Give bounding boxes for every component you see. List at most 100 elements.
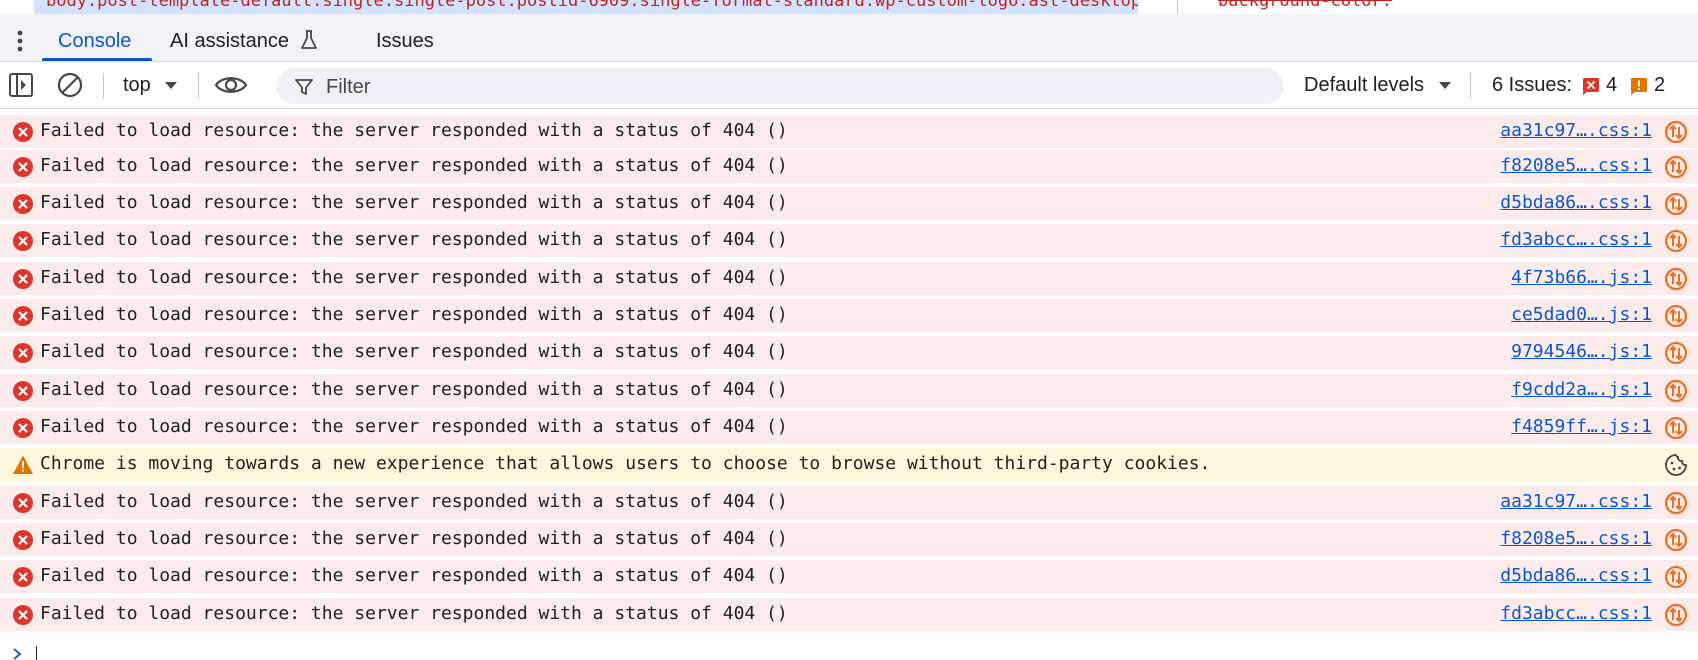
error-circle-icon [13, 194, 33, 214]
network-request-icon[interactable] [1664, 491, 1688, 515]
network-request-icon[interactable] [1664, 267, 1688, 291]
console-message-error[interactable]: Failed to load resource: the server resp… [0, 224, 1698, 257]
message-source-link[interactable]: f8208e5….css:1 [1500, 528, 1652, 549]
message-source-link[interactable]: f8208e5….css:1 [1500, 155, 1652, 176]
console-prompt[interactable] [12, 640, 412, 660]
network-request-icon[interactable] [1664, 304, 1688, 328]
breadcrumb-text: body.post-template-default.single.single… [46, 0, 1138, 11]
network-request-icon[interactable] [1664, 229, 1688, 253]
message-text: Failed to load resource: the server resp… [40, 491, 788, 512]
error-circle-icon [13, 418, 33, 438]
console-message-error[interactable]: Failed to load resource: the server resp… [0, 262, 1698, 295]
tab-ai-assistance-label: AI assistance [170, 30, 289, 52]
error-circle-icon [13, 122, 33, 142]
message-source-link[interactable]: fd3abcc….css:1 [1500, 603, 1652, 624]
error-circle-icon [13, 567, 33, 587]
message-text: Chrome is moving towards a new experienc… [40, 453, 1211, 474]
toolbar-separator [1470, 73, 1471, 99]
issue-error-icon [1583, 78, 1599, 95]
console-message-error[interactable]: Failed to load resource: the server resp… [0, 115, 1698, 148]
toolbar-separator [198, 73, 199, 99]
sidebar-toggle-icon[interactable] [8, 72, 34, 98]
message-source-link[interactable]: 4f73b66….js:1 [1511, 267, 1652, 288]
context-selector-label: top [123, 74, 151, 96]
prompt-chevron-icon [13, 648, 22, 660]
message-text: Failed to load resource: the server resp… [40, 528, 788, 549]
console-message-error[interactable]: Failed to load resource: the server resp… [0, 486, 1698, 519]
error-circle-icon [13, 493, 33, 513]
message-source-link[interactable]: fd3abcc….css:1 [1500, 229, 1652, 250]
error-circle-icon [13, 269, 33, 289]
message-text: Failed to load resource: the server resp… [40, 304, 788, 325]
message-text: Failed to load resource: the server resp… [40, 341, 788, 362]
issues-warning-count: 2 [1654, 74, 1666, 96]
tab-console[interactable]: Console [58, 28, 131, 61]
selected-node-breadcrumb[interactable]: body.post-template-default.single.single… [34, 0, 1138, 14]
more-options-icon[interactable] [10, 28, 30, 54]
drawer-tab-bar: Console AI assistance Issues [0, 14, 1698, 62]
message-text: Failed to load resource: the server resp… [40, 565, 788, 586]
message-text: Failed to load resource: the server resp… [40, 192, 788, 213]
error-circle-icon [13, 231, 33, 251]
context-selector[interactable]: top [122, 68, 194, 102]
network-request-icon[interactable] [1664, 528, 1688, 552]
message-source-link[interactable]: aa31c97….css:1 [1500, 120, 1652, 141]
warning-triangle-icon [13, 455, 33, 474]
message-source-link[interactable]: f9cdd2a….js:1 [1511, 379, 1652, 400]
message-text: Failed to load resource: the server resp… [40, 379, 788, 400]
error-circle-icon [13, 306, 33, 326]
message-text: Failed to load resource: the server resp… [40, 155, 788, 176]
message-text: Failed to load resource: the server resp… [40, 416, 788, 437]
elements-panel-strip: body.post-template-default.single.single… [0, 0, 1698, 14]
console-messages: Failed to load resource: the server resp… [0, 110, 1698, 631]
tab-issues-label: Issues [376, 30, 434, 52]
clear-console-icon[interactable] [56, 71, 84, 99]
console-message-error[interactable]: Failed to load resource: the server resp… [0, 150, 1698, 183]
console-message-error[interactable]: Failed to load resource: the server resp… [0, 560, 1698, 593]
log-levels-label: Default levels [1304, 74, 1425, 96]
filter-field[interactable] [276, 68, 1284, 104]
filter-input[interactable] [324, 74, 1228, 100]
network-request-icon[interactable] [1664, 155, 1688, 179]
console-toolbar: top Default levels 6 Issues: 4 [0, 62, 1698, 109]
network-request-icon[interactable] [1664, 565, 1688, 589]
message-source-link[interactable]: aa31c97….css:1 [1500, 491, 1652, 512]
console-message-error[interactable]: Failed to load resource: the server resp… [0, 374, 1698, 407]
text-caret [36, 646, 37, 660]
cookie-icon[interactable] [1664, 453, 1688, 477]
tab-issues[interactable]: Issues [376, 28, 434, 61]
issues-error-count: 4 [1606, 74, 1618, 96]
tab-ai-assistance[interactable]: AI assistance [170, 28, 317, 61]
console-message-warning[interactable]: Chrome is moving towards a new experienc… [0, 448, 1698, 481]
message-source-link[interactable]: d5bda86….css:1 [1500, 192, 1652, 213]
log-levels-dropdown[interactable]: Default levels [1300, 68, 1460, 102]
issues-counter[interactable]: 6 Issues: 4 2 [1490, 68, 1690, 102]
tab-console-label: Console [58, 30, 132, 52]
network-request-icon[interactable] [1664, 192, 1688, 216]
chevron-down-icon [1439, 82, 1451, 89]
console-message-error[interactable]: Failed to load resource: the server resp… [0, 411, 1698, 444]
network-request-icon[interactable] [1664, 603, 1688, 627]
filter-icon [295, 79, 313, 95]
message-text: Failed to load resource: the server resp… [40, 120, 788, 141]
issue-warning-icon [1631, 78, 1647, 95]
console-message-error[interactable]: Failed to load resource: the server resp… [0, 523, 1698, 556]
chevron-down-icon [165, 82, 177, 89]
network-request-icon[interactable] [1664, 416, 1688, 440]
console-message-error[interactable]: Failed to load resource: the server resp… [0, 187, 1698, 220]
live-expression-eye-icon[interactable] [214, 73, 248, 97]
message-source-link[interactable]: ce5dad0….js:1 [1511, 304, 1652, 325]
toolbar-separator [103, 73, 104, 99]
network-request-icon[interactable] [1664, 379, 1688, 403]
message-source-link[interactable]: d5bda86….css:1 [1500, 565, 1652, 586]
message-text: Failed to load resource: the server resp… [40, 603, 788, 624]
console-message-error[interactable]: Failed to load resource: the server resp… [0, 299, 1698, 332]
message-source-link[interactable]: f4859ff….js:1 [1511, 416, 1652, 437]
network-request-icon[interactable] [1664, 120, 1688, 144]
error-circle-icon [13, 157, 33, 177]
network-request-icon[interactable] [1664, 341, 1688, 365]
console-message-error[interactable]: Failed to load resource: the server resp… [0, 336, 1698, 369]
panel-divider[interactable] [1177, 0, 1178, 14]
console-message-error[interactable]: Failed to load resource: the server resp… [0, 598, 1698, 631]
message-source-link[interactable]: 9794546….js:1 [1511, 341, 1652, 362]
